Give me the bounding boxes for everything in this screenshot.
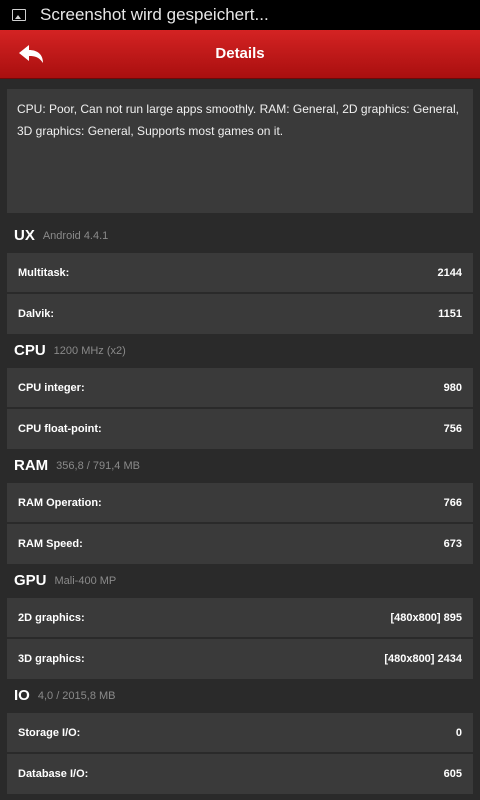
- row-label: 2D graphics:: [18, 611, 85, 624]
- status-bar: Screenshot wird gespeichert...: [0, 0, 480, 30]
- row-value: 673: [443, 538, 462, 550]
- row-value: 2144: [437, 266, 462, 279]
- result-row-cpu-integer: CPU integer: 980: [7, 368, 473, 408]
- section-header-ram: RAM 356,8 / 791,4 MB: [0, 449, 480, 482]
- row-value: 0: [455, 726, 462, 739]
- page-title: Details: [215, 45, 265, 62]
- row-label: CPU integer:: [18, 381, 85, 394]
- row-label: Multitask:: [18, 266, 70, 279]
- row-value: [480x800] 895: [390, 611, 462, 624]
- row-label: Storage I/O:: [18, 726, 81, 739]
- row-label: 3D graphics:: [18, 653, 85, 665]
- section-sub: 4,0 / 2015,8 MB: [37, 689, 116, 702]
- result-row-ram-speed: RAM Speed: 673: [7, 524, 473, 564]
- result-row-3d-graphics: 3D graphics: [480x800] 2434: [7, 639, 473, 679]
- section-header-ux: UX Android 4.4.1: [0, 219, 480, 252]
- section-header-gpu: GPU Mali-400 MP: [0, 564, 480, 597]
- row-label: CPU float-point:: [18, 423, 102, 435]
- section-name: IO: [14, 687, 30, 704]
- section-sub: Android 4.4.1: [42, 229, 109, 242]
- image-icon: [12, 9, 26, 21]
- row-value: 605: [443, 768, 462, 780]
- result-row-2d-graphics: 2D graphics: [480x800] 895: [7, 598, 473, 638]
- status-notification-text: Screenshot wird gespeichert...: [40, 5, 269, 24]
- row-value: 766: [443, 496, 462, 509]
- result-row-ram-operation: RAM Operation: 766: [7, 483, 473, 523]
- result-row-multitask: Multitask: 2144: [7, 253, 473, 293]
- section-name: GPU: [14, 572, 47, 589]
- row-label: Database I/O:: [18, 768, 89, 780]
- result-row-database-io: Database I/O: 605: [7, 754, 473, 794]
- result-row-storage-io: Storage I/O: 0: [7, 713, 473, 753]
- result-row-cpu-float: CPU float-point: 756: [7, 409, 473, 449]
- section-header-io: IO 4,0 / 2015,8 MB: [0, 679, 480, 712]
- row-value: 756: [443, 423, 462, 435]
- section-name: CPU: [14, 342, 46, 359]
- section-sub: Mali-400 MP: [54, 574, 117, 587]
- row-label: RAM Speed:: [18, 538, 83, 550]
- summary-text: CPU: Poor, Can not run large apps smooth…: [7, 89, 473, 213]
- section-header-cpu: CPU 1200 MHz (x2): [0, 334, 480, 367]
- action-bar: Details: [0, 30, 480, 79]
- result-row-dalvik: Dalvik: 1151: [7, 294, 473, 334]
- row-label: Dalvik:: [18, 308, 55, 320]
- row-value: 1151: [438, 308, 462, 320]
- section-name: UX: [14, 227, 35, 244]
- row-value: 980: [443, 381, 462, 394]
- section-name: RAM: [14, 457, 49, 474]
- section-sub: 1200 MHz (x2): [53, 344, 126, 357]
- section-sub: 356,8 / 791,4 MB: [56, 459, 140, 472]
- row-value: [480x800] 2434: [384, 653, 462, 665]
- row-label: RAM Operation:: [18, 496, 102, 509]
